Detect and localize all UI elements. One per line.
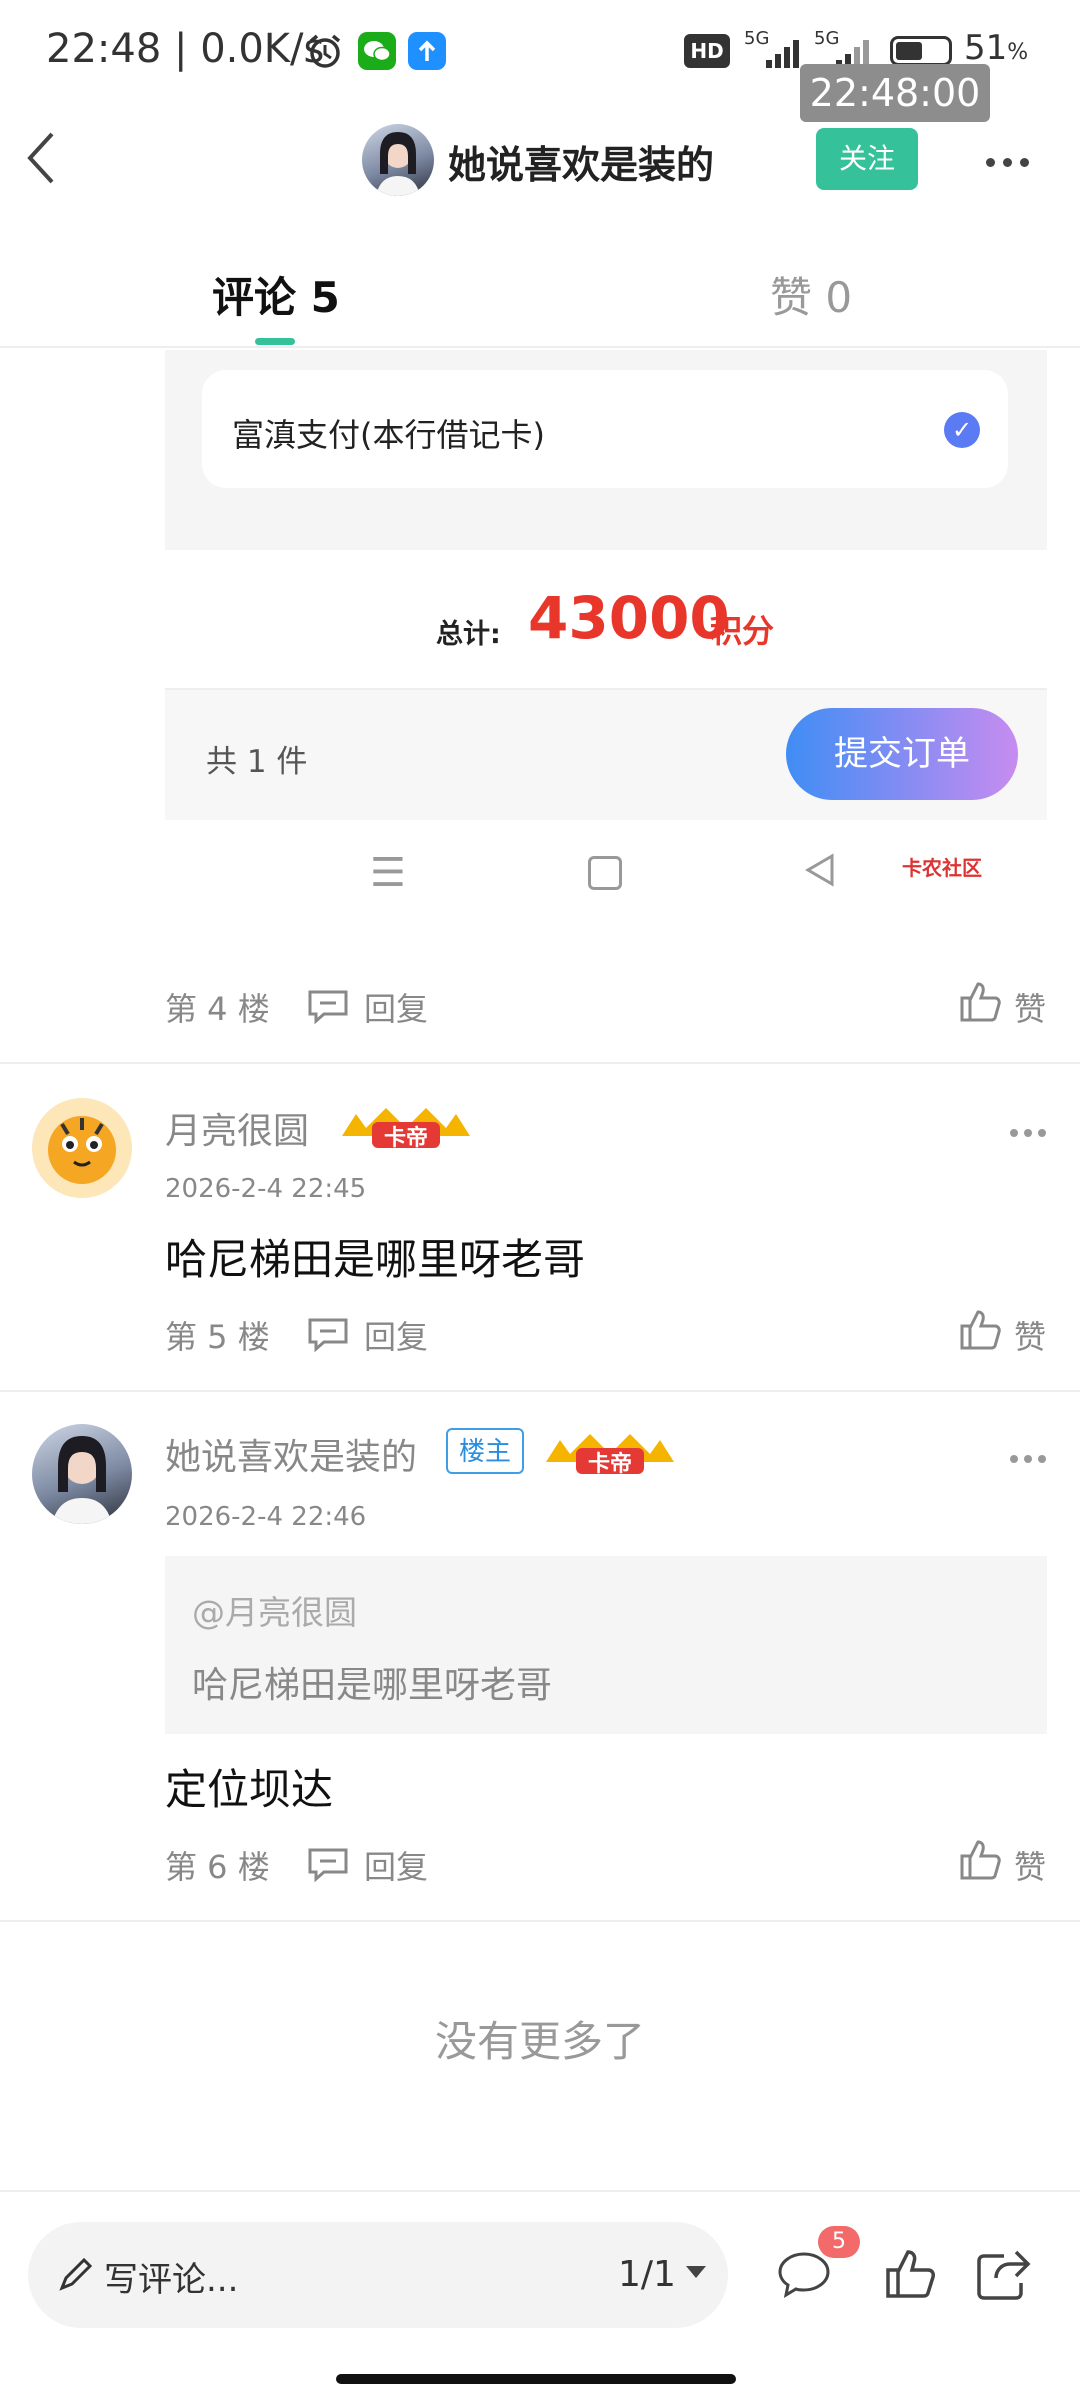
clock-overlay: 22:48:00 — [800, 64, 990, 122]
home-indicator[interactable] — [336, 2374, 736, 2384]
reply-button[interactable]: 回复 — [364, 1842, 428, 1888]
active-tab-indicator — [255, 338, 295, 345]
wechat-icon — [358, 32, 396, 70]
floor-number: 第 4 楼 — [165, 990, 270, 1028]
comment-date: 2026-2-4 22:45 — [165, 1174, 367, 1204]
comment-more-icon[interactable] — [1010, 1122, 1052, 1141]
hd-icon: HD — [684, 34, 730, 68]
floor-number: 第 6 楼 — [165, 1848, 270, 1886]
payment-method: 富滇支付(本行借记卡) — [232, 416, 545, 454]
divider — [0, 1062, 1080, 1064]
total-unit: 积分 — [710, 612, 775, 650]
like-button[interactable]: 赞 — [1014, 1312, 1046, 1358]
comment-date: 2026-2-4 22:46 — [165, 1502, 367, 1532]
pencil-icon — [56, 2254, 96, 2298]
page-title: 她说喜欢是装的 — [448, 143, 715, 187]
kadi-badge-label: 卡帝 — [383, 1126, 428, 1151]
page-indicator[interactable]: 1/1 — [618, 2254, 676, 2295]
share-icon[interactable] — [974, 2246, 1034, 2306]
status-time: 22:48 — [46, 26, 162, 72]
back-icon[interactable] — [22, 128, 62, 188]
comment-text: 哈尼梯田是哪里呀老哥 — [165, 1235, 586, 1284]
menu-icon: ☰ — [370, 850, 406, 896]
thumbs-up-icon[interactable] — [882, 2246, 938, 2306]
username[interactable]: 她说喜欢是装的 — [165, 1428, 417, 1480]
user-avatar[interactable] — [32, 1424, 132, 1524]
battery-value: 51 — [964, 28, 1008, 68]
divider — [0, 1390, 1080, 1392]
home-square-icon — [588, 856, 622, 890]
write-comment-placeholder[interactable]: 写评论... — [104, 2252, 238, 2301]
signal-1-label: 5G — [744, 28, 770, 49]
item-count: 共 1 件 — [206, 744, 308, 780]
reply-button[interactable]: 回复 — [364, 984, 428, 1030]
quote-user[interactable]: @月亮很圆 — [192, 1586, 357, 1634]
tab-comments[interactable]: 评论 5 — [212, 264, 340, 325]
comment-more-icon[interactable] — [1010, 1448, 1052, 1467]
no-more-label: 没有更多了 — [434, 2017, 645, 2066]
signal-2-label: 5G — [814, 28, 840, 49]
thumbs-up-icon[interactable] — [958, 1836, 1004, 1886]
signal-icon: 5G — [744, 28, 808, 78]
like-button[interactable]: 赞 — [1014, 984, 1046, 1030]
battery-percent: 51% — [964, 28, 1028, 68]
kadi-badge: 卡帝 — [336, 1106, 476, 1152]
reply-button[interactable]: 回复 — [364, 1312, 428, 1358]
thumbs-up-icon[interactable] — [958, 1306, 1004, 1356]
check-icon: ✓ — [944, 412, 980, 448]
watermark-logo: 卡农社区 — [902, 852, 982, 881]
submit-order-button: 提交订单 — [786, 708, 1018, 800]
alarm-icon — [306, 32, 344, 70]
like-button[interactable]: 赞 — [1014, 1842, 1046, 1888]
divider — [0, 346, 1080, 348]
upload-icon — [408, 32, 446, 70]
reply-icon[interactable] — [306, 1316, 350, 1356]
comment-count-badge: 5 — [818, 2226, 860, 2258]
kadi-badge-label: 卡帝 — [587, 1452, 632, 1477]
total-value: 43000 — [528, 584, 730, 652]
battery-icon — [890, 36, 952, 66]
user-avatar[interactable] — [32, 1098, 132, 1198]
kadi-badge: 卡帝 — [540, 1432, 680, 1478]
watermark-text: 卡农社区 — [902, 856, 982, 880]
reply-icon[interactable] — [306, 988, 350, 1028]
quote-text: 哈尼梯田是哪里呀老哥 — [192, 1665, 553, 1706]
host-tag: 楼主 — [446, 1428, 524, 1474]
follow-button[interactable]: 关注 — [816, 128, 918, 190]
battery-unit: % — [1007, 40, 1029, 65]
more-options-icon[interactable] — [986, 152, 1038, 167]
reply-icon[interactable] — [306, 1846, 350, 1886]
thumbs-up-icon[interactable] — [958, 978, 1004, 1028]
comment-icon[interactable] — [776, 2246, 832, 2306]
username[interactable]: 月亮很圆 — [165, 1102, 309, 1154]
tab-likes[interactable]: 赞 0 — [770, 264, 852, 325]
status-time-speed: 22:48 | 0.0K/s — [46, 26, 325, 72]
author-avatar[interactable] — [362, 124, 434, 196]
divider — [0, 1920, 1080, 1922]
total-label: 总计: — [436, 619, 501, 650]
comment-text: 定位坝达 — [165, 1765, 334, 1814]
back-triangle-icon — [804, 852, 836, 892]
dropdown-triangle-icon[interactable] — [684, 2262, 708, 2286]
floor-number: 第 5 楼 — [165, 1318, 270, 1356]
